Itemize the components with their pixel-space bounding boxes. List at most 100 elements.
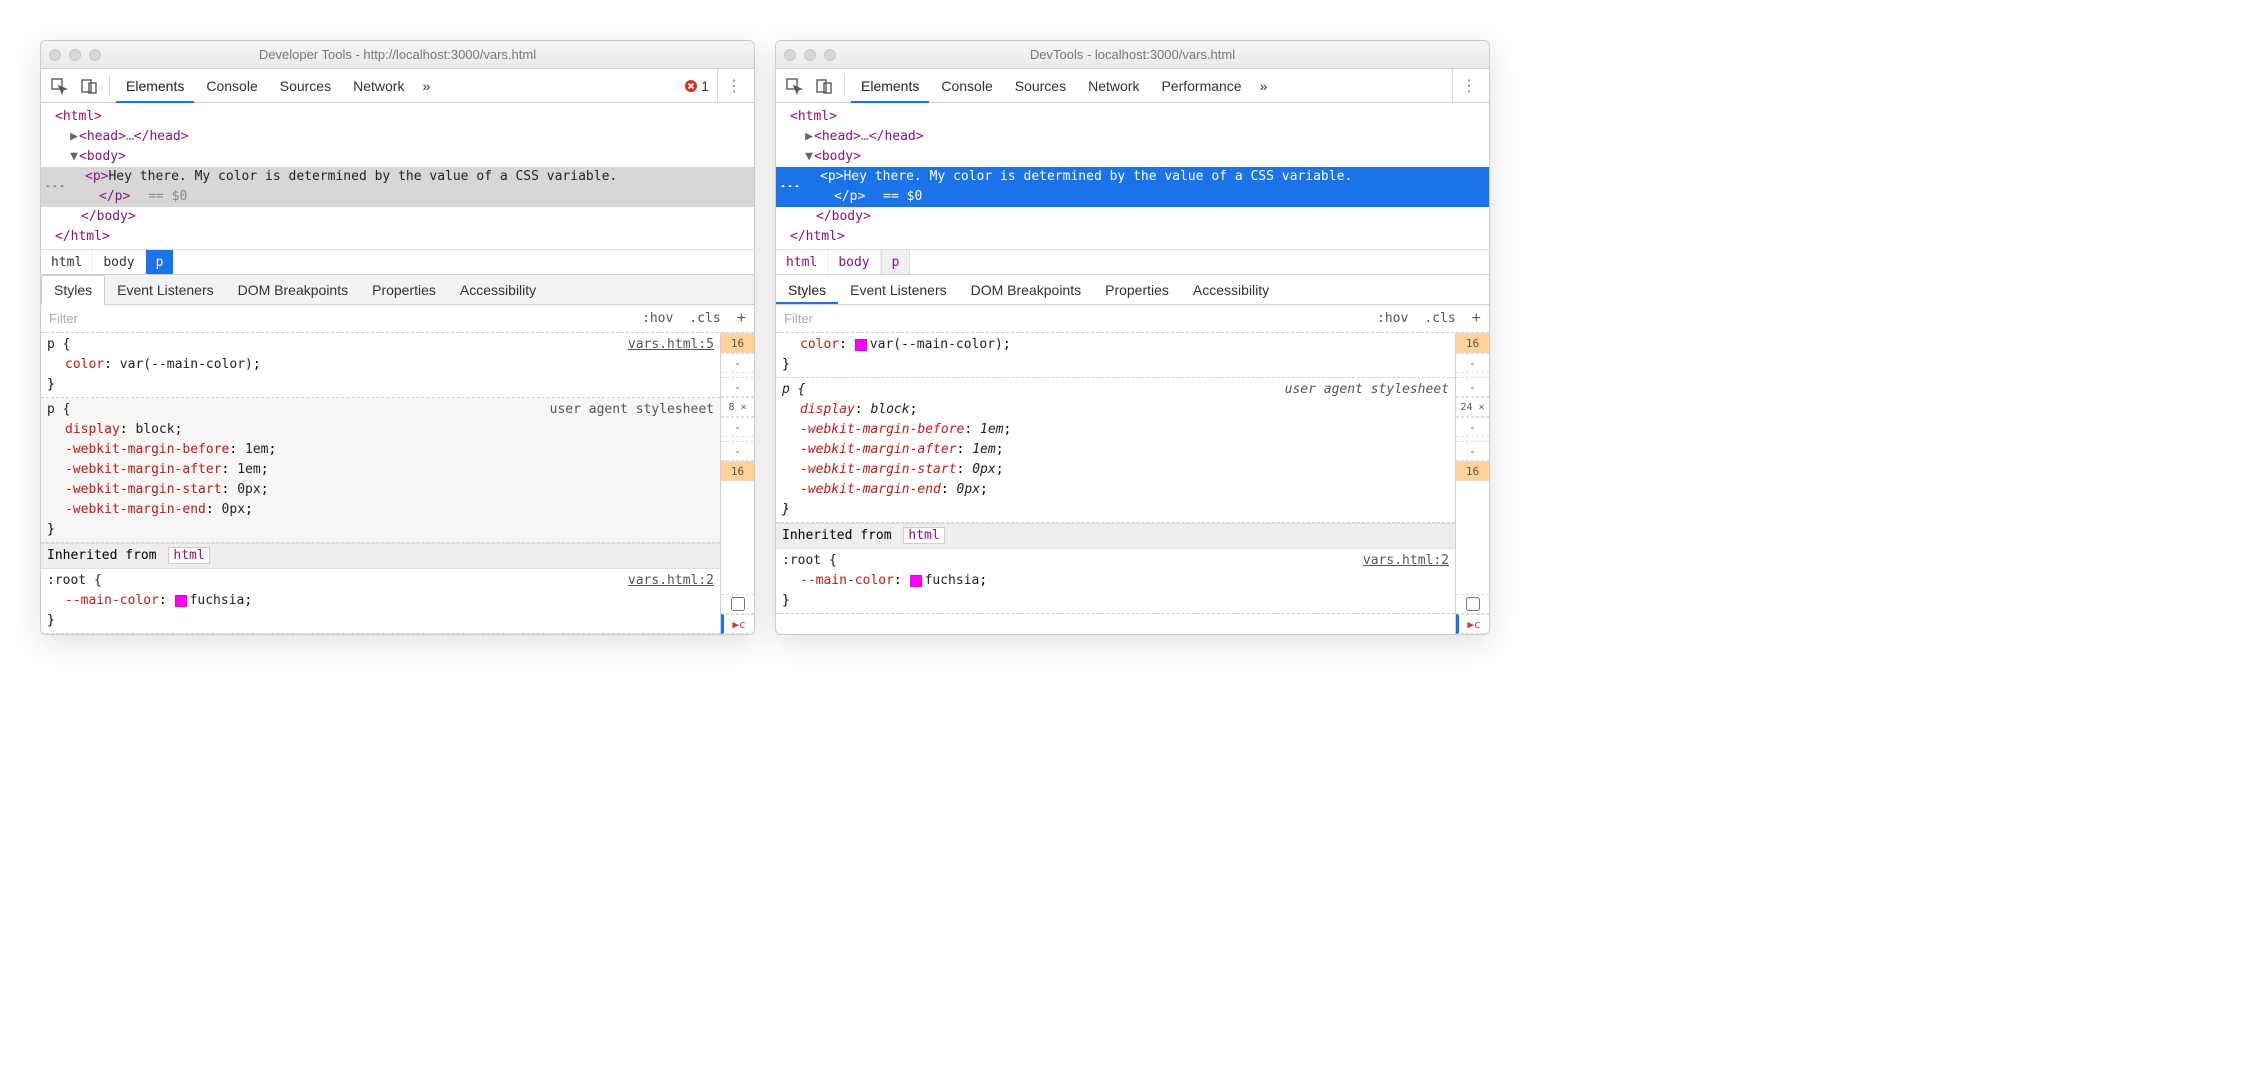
cls-button[interactable]: .cls [681, 311, 728, 326]
crumb-html[interactable]: html [776, 250, 828, 274]
subtab-dom-bp[interactable]: DOM Breakpoints [226, 275, 360, 304]
separator [109, 75, 110, 97]
add-rule-button[interactable]: + [729, 310, 754, 328]
dom-selected-line[interactable]: <p>Hey there. My color is determined by … [41, 167, 754, 187]
zoom-dot[interactable] [824, 49, 836, 61]
inherited-tag[interactable]: html [168, 547, 209, 564]
subtab-props[interactable]: Properties [1093, 275, 1181, 304]
subtab-dom-bp[interactable]: DOM Breakpoints [959, 275, 1093, 304]
margin-cell: 16 [1456, 333, 1489, 353]
tab-network[interactable]: Network [343, 69, 414, 103]
dom-tree[interactable]: <html> ▶<head>…</head> ▼<body> <p>Hey th… [776, 103, 1489, 249]
breadcrumb: html body p [776, 249, 1489, 275]
tab-elements[interactable]: Elements [116, 69, 194, 103]
dom-tree[interactable]: <html> ▶<head>…</head> ▼<body> <p>Hey th… [41, 103, 754, 249]
close-dot[interactable] [49, 49, 61, 61]
dom-selected-line[interactable]: <p>Hey there. My color is determined by … [776, 167, 1489, 187]
dom-selected-line-2[interactable]: </p> == $0 [41, 187, 754, 207]
dom-body-open[interactable]: <body> [814, 149, 861, 164]
tab-performance[interactable]: Performance [1151, 69, 1251, 103]
css-val[interactable]: var(--main-color) [120, 357, 253, 372]
cls-button[interactable]: .cls [1416, 311, 1463, 326]
tab-elements[interactable]: Elements [851, 69, 929, 103]
style-rule-2[interactable]: user agent stylesheet p { display: block… [41, 398, 720, 543]
styles-tabs: Styles Event Listeners DOM Breakpoints P… [41, 275, 754, 305]
tab-network[interactable]: Network [1078, 69, 1149, 103]
dom-head[interactable]: <head> [814, 129, 861, 144]
dom-body-close[interactable]: </body> [81, 209, 136, 224]
tab-sources[interactable]: Sources [1005, 69, 1076, 103]
rule-source-link[interactable]: vars.html:2 [1363, 551, 1449, 571]
error-badge[interactable]: 1 [684, 78, 709, 94]
var-checkbox[interactable] [1456, 594, 1489, 614]
dom-p-open: <p> [85, 169, 108, 184]
inspect-icon[interactable] [45, 72, 73, 100]
subtab-props[interactable]: Properties [360, 275, 448, 304]
expand-icon[interactable]: ▶ c [721, 614, 754, 634]
expand-arrow-icon[interactable]: ▶ [804, 127, 814, 147]
dom-head[interactable]: <head> [79, 129, 126, 144]
minimize-dot[interactable] [69, 49, 81, 61]
tab-console[interactable]: Console [931, 69, 1002, 103]
window-title: Developer Tools - http://localhost:3000/… [41, 47, 754, 62]
subtab-a11y[interactable]: Accessibility [1181, 275, 1281, 304]
subtab-listeners[interactable]: Event Listeners [105, 275, 226, 304]
more-tabs[interactable]: » [1254, 69, 1274, 103]
expand-icon[interactable]: ▶ c [1456, 614, 1489, 634]
color-swatch[interactable] [855, 339, 867, 351]
collapse-arrow-icon[interactable]: ▼ [69, 147, 79, 167]
filter-input[interactable]: Filter [41, 311, 634, 326]
tab-sources[interactable]: Sources [270, 69, 341, 103]
traffic-lights[interactable] [784, 49, 836, 61]
traffic-lights[interactable] [49, 49, 101, 61]
more-tabs[interactable]: » [416, 69, 436, 103]
style-rule-1[interactable]: color: var(--main-color); } [776, 333, 1455, 378]
crumb-html[interactable]: html [41, 250, 93, 274]
style-rule-1[interactable]: vars.html:5 p { color: var(--main-color)… [41, 333, 720, 398]
minimize-dot[interactable] [804, 49, 816, 61]
zoom-dot[interactable] [89, 49, 101, 61]
crumb-body[interactable]: body [93, 250, 145, 274]
style-rule-2[interactable]: user agent stylesheet p { display: block… [776, 378, 1455, 523]
dom-html-close[interactable]: </html> [55, 229, 110, 244]
subtab-listeners[interactable]: Event Listeners [838, 275, 959, 304]
color-swatch[interactable] [175, 595, 187, 607]
inspect-icon[interactable] [780, 72, 808, 100]
tab-console[interactable]: Console [196, 69, 267, 103]
dom-html-close[interactable]: </html> [790, 229, 845, 244]
main-toolbar: Elements Console Sources Network Perform… [776, 69, 1489, 103]
subtab-a11y[interactable]: Accessibility [448, 275, 548, 304]
dom-body-close[interactable]: </body> [816, 209, 871, 224]
dom-body-open[interactable]: <body> [79, 149, 126, 164]
style-rule-3[interactable]: vars.html:2 :root { --main-color: fuchsi… [776, 549, 1455, 614]
crumb-body[interactable]: body [828, 250, 880, 274]
inherited-tag[interactable]: html [903, 527, 944, 544]
crumb-p[interactable]: p [881, 250, 911, 274]
rule-source-link[interactable]: vars.html:5 [628, 335, 714, 355]
margin-cell: 16 [721, 333, 754, 353]
dom-selected-line-2[interactable]: </p> == $0 [776, 187, 1489, 207]
css-prop[interactable]: color [65, 357, 104, 372]
dom-html-open[interactable]: <html> [55, 109, 102, 124]
device-icon[interactable] [810, 72, 838, 100]
var-checkbox[interactable] [721, 594, 754, 614]
error-count: 1 [701, 78, 709, 94]
color-swatch[interactable] [910, 575, 922, 587]
add-rule-button[interactable]: + [1464, 310, 1489, 328]
collapse-arrow-icon[interactable]: ▼ [804, 147, 814, 167]
close-dot[interactable] [784, 49, 796, 61]
style-rule-3[interactable]: vars.html:2 :root { --main-color: fuchsi… [41, 569, 720, 634]
hov-button[interactable]: :hov [1369, 311, 1416, 326]
hov-button[interactable]: :hov [634, 311, 681, 326]
filter-input[interactable]: Filter [776, 311, 1369, 326]
subtab-styles[interactable]: Styles [776, 275, 838, 304]
expand-arrow-icon[interactable]: ▶ [69, 127, 79, 147]
crumb-p[interactable]: p [146, 250, 175, 274]
subtab-styles[interactable]: Styles [41, 275, 105, 305]
devtools-window-right: DevTools - localhost:3000/vars.html Elem… [775, 40, 1490, 635]
device-icon[interactable] [75, 72, 103, 100]
rule-source-link[interactable]: vars.html:2 [628, 571, 714, 591]
settings-menu[interactable]: ⋮ [717, 69, 750, 102]
settings-menu[interactable]: ⋮ [1452, 69, 1485, 102]
dom-html-open[interactable]: <html> [790, 109, 837, 124]
